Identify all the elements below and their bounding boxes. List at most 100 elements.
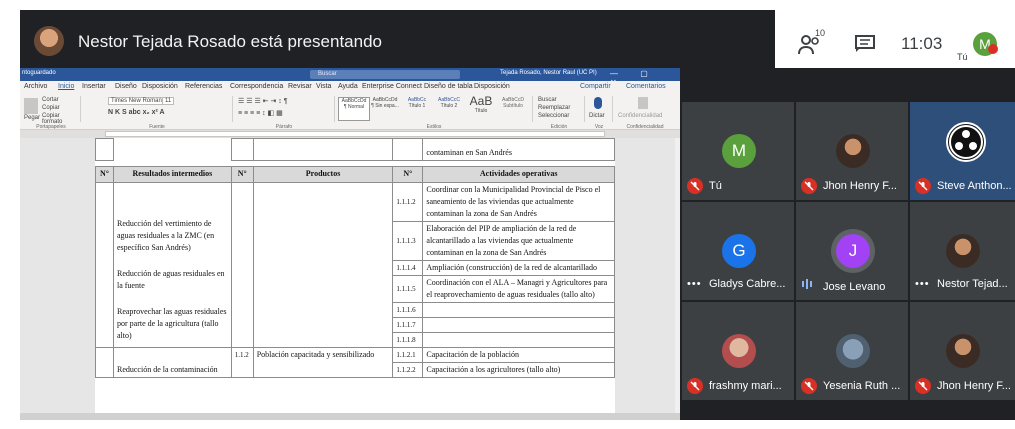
mic-off-icon [915, 378, 931, 394]
menu-inicio[interactable]: Inicio [58, 83, 74, 90]
participant-tile[interactable]: Jhon Henry F... [796, 102, 908, 200]
menu-diseno[interactable]: Diseño [115, 83, 137, 90]
group-editing: Buscar Reemplazar Seleccionar Edición [534, 96, 585, 130]
mic-off-icon [801, 378, 817, 394]
font-size-select[interactable]: 11 [162, 97, 175, 105]
menu-archivo[interactable]: Archivo [24, 83, 47, 90]
menu-revisar[interactable]: Revisar [288, 83, 312, 90]
result-item: Reducción de la contaminación [112, 347, 232, 378]
chat-icon[interactable] [855, 35, 875, 53]
activity-num: 1.1.1.2 [392, 182, 424, 222]
activity-num: 1.1.1.8 [392, 332, 424, 348]
activity-text: Ampliación (construcción) de la red de a… [422, 260, 615, 276]
align-buttons[interactable]: ≡ ≡ ≡ ≡ ↕ ◧ ▦ [238, 109, 283, 117]
presenter-avatar [34, 26, 64, 56]
participant-photo [946, 234, 980, 268]
word-titlebar: ntoguardado Buscar Tejada Rosado, Nestor… [20, 68, 680, 87]
participant-name: Jhon Henry F... [823, 180, 897, 192]
sensitivity-icon[interactable] [638, 97, 648, 109]
paste-label[interactable]: Pegar [24, 115, 40, 121]
font-name-select[interactable]: Times New Roman [108, 97, 165, 105]
participant-name: Yesenia Ruth ... [823, 380, 901, 392]
participant-photo [836, 134, 870, 168]
style-normal[interactable]: AaBbCcDd ¶ Normal [338, 97, 370, 121]
document-area: contaminan en San Andrés N° Resultados i… [20, 138, 675, 420]
more-options-icon[interactable]: ••• [915, 278, 931, 290]
participant-tile[interactable]: G ••• Gladys Cabre... [682, 202, 794, 300]
participant-avatar: M [722, 134, 756, 168]
menu-disposicion[interactable]: Disposición [142, 83, 178, 90]
col-header: N° [95, 166, 114, 183]
dictate-button[interactable]: Dictar [589, 113, 605, 119]
results-table: contaminan en San Andrés N° Resultados i… [95, 138, 615, 378]
style-heading1[interactable]: AaBbCc Título 1 [402, 97, 432, 119]
menu-correspondencia[interactable]: Correspondencia [230, 83, 283, 90]
participant-name: Tú [709, 180, 722, 192]
style-subtitle[interactable]: AaBbCcD Subtítulo [498, 97, 528, 119]
menu-enterprise[interactable]: Enterprise Connect [362, 83, 422, 90]
menu-referencias[interactable]: Referencias [185, 83, 222, 90]
participant-tile[interactable]: frashmy mari... [682, 302, 794, 400]
menu-disposicion-tabla[interactable]: Disposición [474, 83, 510, 90]
list-buttons[interactable]: ☰ ☰ ☰ ⇤ ⇥ ↕ ¶ [238, 97, 288, 105]
style-heading2[interactable]: AaBbCcC Título 2 [434, 97, 464, 119]
col-header: Actividades operativas [422, 166, 615, 183]
notification-dot [988, 44, 998, 54]
participant-tile[interactable]: Jhon Henry F... [910, 302, 1015, 400]
table-row: Reducción del vertimiento de aguas resid… [95, 182, 615, 348]
result-item: Reaprovechar las aguas residuales por pa… [116, 306, 227, 340]
find-button[interactable]: Buscar [538, 97, 557, 103]
participant-tile[interactable]: Steve Anthon... [910, 102, 1015, 200]
select-button[interactable]: Seleccionar [538, 113, 569, 119]
col-header: Resultados intermedios [112, 166, 232, 183]
activity-text: Coordinar con la Municipalidad Provincia… [422, 182, 615, 222]
table-row: Reducción de la contaminación 1.1.2 Pobl… [95, 347, 615, 378]
participant-avatar: G [722, 234, 756, 268]
comments-button[interactable]: Comentarios [626, 83, 666, 90]
style-title[interactable]: AaB Título [466, 94, 496, 116]
mic-off-icon [687, 178, 703, 194]
activity-num: 1.1.1.7 [392, 317, 424, 333]
word-statusbar [20, 413, 680, 420]
mic-icon[interactable] [594, 97, 602, 109]
menu-vista[interactable]: Vista [316, 83, 331, 90]
speaking-icon [801, 278, 817, 293]
participant-name: Steve Anthon... [937, 180, 1012, 192]
activity-num: 1.1.2.2 [392, 362, 424, 378]
product-num: 1.1.2 [230, 347, 254, 378]
participant-tile[interactable]: ••• Nestor Tejad... [910, 202, 1015, 300]
participant-tile[interactable]: M Tú [682, 102, 794, 200]
mic-off-icon [915, 178, 931, 194]
vertical-scrollbar[interactable] [675, 138, 680, 420]
more-options-icon[interactable]: ••• [687, 278, 703, 290]
share-button[interactable]: Compartir [580, 83, 611, 90]
word-user: Tejada Rosado, Nestor Raul (UC PI) [500, 70, 597, 76]
ruler [20, 130, 680, 138]
activity-text: Capacitación a los agricultores (tallo a… [422, 362, 615, 378]
group-paragraph: ☰ ☰ ☰ ⇤ ⇥ ↕ ¶ ≡ ≡ ≡ ≡ ↕ ◧ ▦ Párrafo [234, 96, 335, 130]
document-page[interactable]: contaminan en San Andrés N° Resultados i… [95, 138, 615, 420]
cut-label[interactable]: Cortar [42, 97, 59, 103]
menu-diseno-tabla[interactable]: Diseño de tabla [424, 83, 473, 90]
participant-name: Jose Levano [823, 281, 886, 294]
participant-name: Jhon Henry F... [937, 380, 1011, 392]
format-buttons[interactable]: N K S abc x₂ x² A [108, 109, 165, 116]
participant-grid: M Tú Jhon Henry F... Steve Anthon... G •… [682, 102, 1015, 402]
replace-button[interactable]: Reemplazar [538, 105, 570, 111]
col-header: N° [392, 166, 424, 183]
participant-tile[interactable]: J Jose Levano [796, 202, 908, 300]
word-search[interactable]: Buscar [310, 70, 460, 79]
paste-icon[interactable] [24, 98, 38, 114]
sensitivity-button[interactable]: Confidencialidad [618, 113, 662, 119]
autosave-label[interactable]: ntoguardado [22, 70, 56, 76]
activity-num: 1.1.2.1 [392, 347, 424, 363]
mic-off-icon [801, 178, 817, 194]
activity-text [422, 302, 615, 318]
col-header: Productos [252, 166, 394, 183]
style-no-spacing[interactable]: AaBbCcDd ¶ Sin espa... [370, 97, 400, 119]
copy-label[interactable]: Copiar [42, 105, 60, 111]
top-controls: 10 11:03 M Tú [775, 10, 1015, 68]
menu-ayuda[interactable]: Ayuda [338, 83, 358, 90]
participant-tile[interactable]: Yesenia Ruth ... [796, 302, 908, 400]
menu-insertar[interactable]: Insertar [82, 83, 106, 90]
